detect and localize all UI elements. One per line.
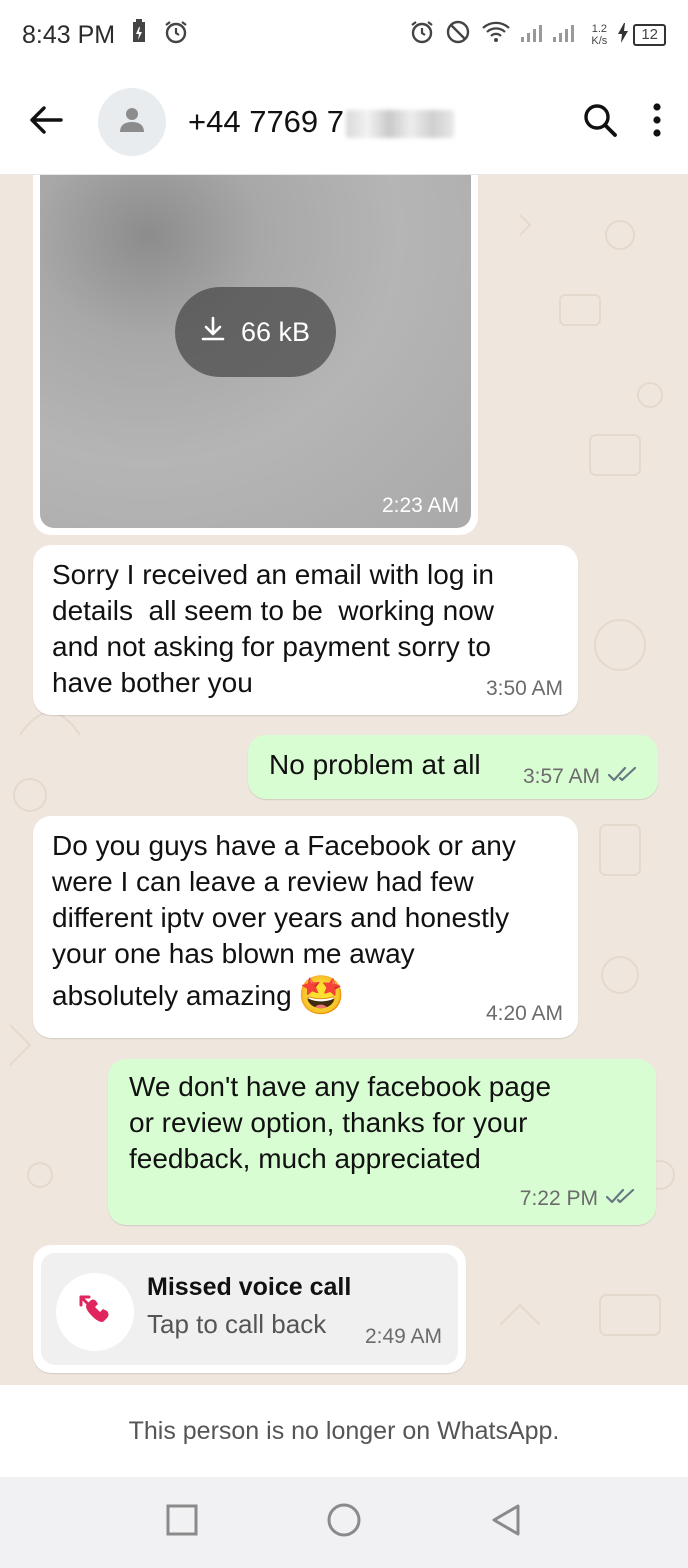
- message-line: and not asking for payment sorry to: [52, 631, 491, 662]
- do-not-disturb-icon: [445, 19, 471, 52]
- image-size: 66 kB: [240, 316, 311, 347]
- more-options-button[interactable]: [652, 102, 662, 142]
- message-time-row: 7:22 PM: [520, 1181, 638, 1217]
- contact-title[interactable]: +44 7769 7: [188, 104, 455, 140]
- image-message[interactable]: 66 kB 2:23 AM: [33, 175, 478, 535]
- contact-avatar[interactable]: [98, 88, 166, 156]
- outgoing-message[interactable]: No problem at all 3:57 AM: [248, 735, 658, 799]
- circle-icon: [326, 1503, 362, 1542]
- more-vert-icon: [652, 102, 662, 142]
- message-line: details all seem to be working now: [52, 595, 494, 626]
- signal-icon: [521, 21, 581, 50]
- message-line: feedback, much appreciated: [129, 1143, 481, 1174]
- recents-button[interactable]: [166, 1504, 198, 1541]
- footer-notice: This person is no longer on WhatsApp.: [0, 1385, 688, 1477]
- square-icon: [166, 1504, 198, 1540]
- message-time: 7:22 PM: [519, 1187, 598, 1210]
- message-time: 3:57 AM: [522, 765, 600, 788]
- triangle-back-icon: [490, 1504, 522, 1541]
- message-line: were I can leave a review had few: [52, 866, 474, 897]
- incoming-message[interactable]: Do you guys have a Facebook or any were …: [33, 816, 578, 1038]
- message-time: 3:50 AM: [485, 677, 563, 700]
- status-time: 8:43 PM: [22, 20, 116, 49]
- incoming-message[interactable]: Sorry I received an email with log in de…: [33, 545, 578, 715]
- message-line: different iptv over years and honestly: [52, 902, 510, 933]
- back-arrow-icon: [29, 105, 63, 140]
- charging-icon: [617, 22, 629, 48]
- contact-number: +44 7769 7: [188, 104, 345, 139]
- message-time-row: 3:57 AM: [523, 759, 640, 795]
- double-check-icon: [605, 1181, 638, 1217]
- missed-call-subtitle: Tap to call back: [147, 1309, 327, 1339]
- message-line: have bother you: [52, 667, 253, 698]
- double-check-icon: [607, 759, 640, 795]
- message-time: 2:49 AM: [364, 1325, 442, 1348]
- blurred-image-preview: 66 kB 2:23 AM: [40, 175, 471, 528]
- status-bar: 8:43 PM 1.2 K/s 12: [0, 0, 688, 70]
- alarm-icon: [409, 19, 435, 52]
- download-icon: [201, 316, 225, 349]
- outgoing-message[interactable]: We don't have any facebook page or revie…: [108, 1059, 656, 1225]
- alarm-icon: [163, 19, 189, 52]
- message-line: your one has blown me away: [52, 938, 415, 969]
- no-longer-on-whatsapp-notice: This person is no longer on WhatsApp.: [128, 1416, 560, 1445]
- system-navigation-bar: [0, 1477, 688, 1568]
- message-line: Do you guys have a Facebook or any: [52, 830, 516, 861]
- wifi-icon: [481, 20, 511, 51]
- message-line: We don't have any facebook page: [129, 1071, 552, 1102]
- chat-header: +44 7769 7: [0, 70, 688, 175]
- message-line: No problem at all: [269, 749, 481, 780]
- back-button[interactable]: [14, 90, 78, 154]
- network-speed: 1.2 K/s: [591, 23, 608, 47]
- call-back-button[interactable]: Missed voice call Tap to call back 2:49 …: [41, 1253, 458, 1365]
- battery-level: 12: [633, 24, 666, 46]
- chat-area[interactable]: 66 kB 2:23 AM Sorry I received an email …: [0, 175, 688, 1385]
- download-button[interactable]: 66 kB: [175, 287, 336, 377]
- search-icon: [582, 102, 618, 143]
- search-button[interactable]: [582, 102, 618, 143]
- message-line: Sorry I received an email with log in: [52, 559, 494, 590]
- message-time: 2:23 AM: [381, 494, 459, 517]
- message-time: 4:20 AM: [485, 1002, 563, 1025]
- message-line: absolutely amazing: [52, 980, 292, 1011]
- missed-call-message[interactable]: Missed voice call Tap to call back 2:49 …: [33, 1245, 466, 1373]
- home-button[interactable]: [326, 1502, 362, 1543]
- message-line: or review option, thanks for your: [129, 1107, 528, 1138]
- battery-saver-icon: [129, 18, 149, 52]
- redacted-number-blur: [346, 109, 455, 138]
- back-nav-button[interactable]: [490, 1503, 522, 1542]
- star-struck-emoji: 🤩: [297, 975, 346, 1017]
- missed-call-title: Missed voice call: [147, 1273, 352, 1301]
- avatar-icon: [119, 106, 145, 139]
- battery-indicator: 12: [617, 22, 666, 48]
- missed-call-icon: [77, 1293, 113, 1332]
